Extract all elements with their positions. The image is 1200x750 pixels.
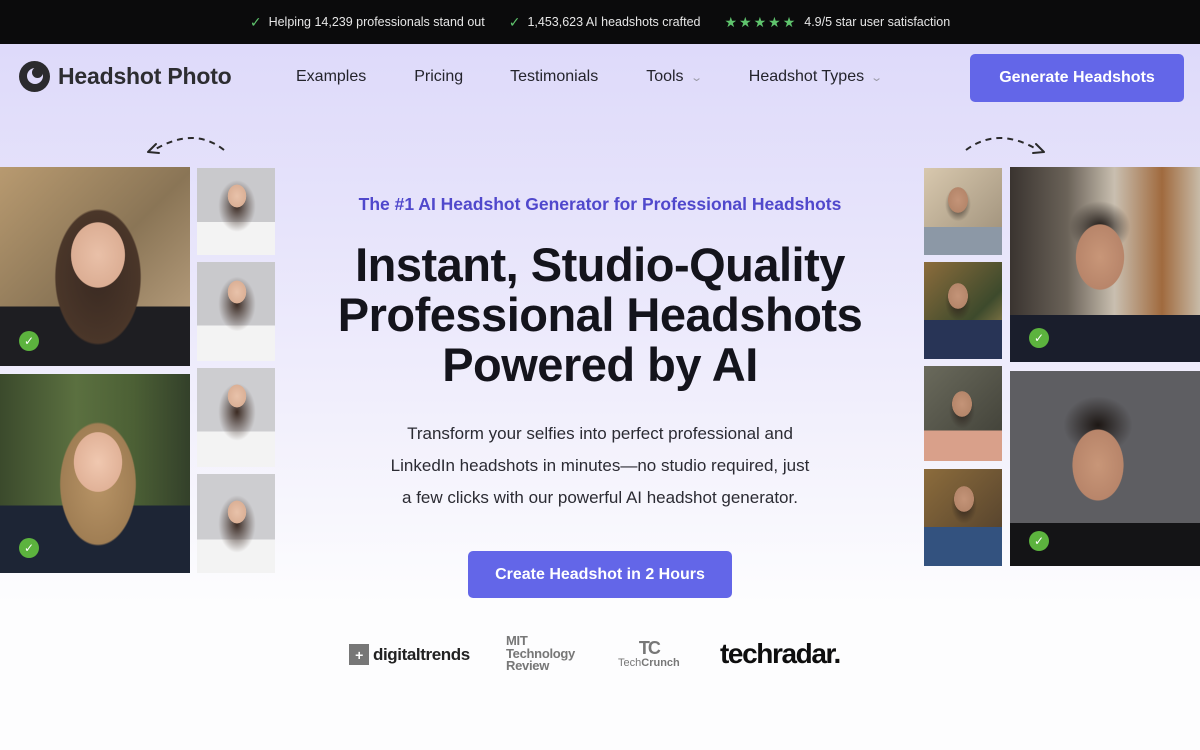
nav-link-label: Examples — [296, 68, 367, 85]
digitaltrends-mark-icon: + — [349, 644, 369, 665]
brand-logo[interactable]: Headshot Photo — [19, 61, 232, 92]
selfie-photo — [924, 366, 1002, 461]
verified-check-icon: ✓ — [1029, 531, 1049, 551]
nav-link-label: Testimonials — [510, 68, 599, 85]
press-logo-mit-technology-review: MIT Technology Review — [506, 634, 575, 673]
press-logo-digitaltrends: + digitaltrends — [349, 644, 470, 665]
press-logos: + digitaltrends MIT Technology Review TC… — [0, 634, 1200, 674]
selfie-photo — [197, 368, 275, 467]
curved-arrow-left-icon — [147, 137, 225, 154]
subtext-line: LinkedIn headshots in minutes—no studio … — [390, 456, 810, 475]
techcrunch-mark-icon: TC — [638, 638, 661, 658]
stat-text: Helping 14,239 professionals stand out — [268, 15, 485, 29]
press-logo-text: TechCrunch — [618, 657, 680, 669]
nav-link-label: Headshot Types — [748, 68, 865, 85]
press-logo-text-light: Tech — [618, 657, 642, 669]
create-headshot-button[interactable]: Create Headshot in 2 Hours — [468, 551, 732, 598]
selfie-photo — [924, 262, 1002, 359]
press-logo-techradar: techradar. — [720, 638, 841, 669]
nav-link-examples[interactable]: Examples — [296, 68, 366, 86]
headline-line: Instant, Studio-Quality — [355, 238, 845, 291]
headline-line: Powered by AI — [442, 338, 758, 391]
curved-arrow-right-icon — [965, 137, 1045, 154]
verified-check-icon: ✓ — [1029, 328, 1049, 348]
press-logo-techcrunch: TC TechCrunch — [618, 639, 680, 669]
press-logo-text-bold: Crunch — [641, 657, 680, 669]
announcement-bar: ✓ Helping 14,239 professionals stand out… — [0, 0, 1200, 44]
hero-headline: Instant, Studio-Quality Professional Hea… — [300, 240, 900, 390]
main-nav: Headshot Photo Examples Pricing Testimon… — [0, 44, 1200, 112]
chevron-down-icon: ⌄ — [870, 71, 884, 84]
stat-professionals: ✓ Helping 14,239 professionals stand out — [250, 14, 485, 31]
nav-link-pricing[interactable]: Pricing — [414, 68, 463, 86]
check-icon: ✓ — [249, 13, 262, 30]
rating: ★★★★★ 4.9/5 star user satisfaction — [724, 14, 950, 31]
verified-check-icon: ✓ — [19, 538, 39, 558]
rating-text: 4.9/5 star user satisfaction — [804, 15, 951, 29]
headline-line: Professional Headshots — [337, 288, 863, 341]
generated-headshot: ✓ — [1010, 371, 1200, 566]
nav-links: Examples Pricing Testimonials Tools ⌄ He… — [296, 68, 884, 86]
generated-headshot: ✓ — [0, 374, 190, 573]
press-logo-text: digitaltrends — [373, 644, 470, 664]
nav-link-label: Pricing — [414, 68, 464, 85]
press-logo-text: Review — [506, 658, 550, 673]
stat-text: 1,453,623 AI headshots crafted — [527, 15, 701, 29]
subtext-line: Transform your selfies into perfect prof… — [407, 424, 793, 443]
subtext-line: a few clicks with our powerful AI headsh… — [402, 488, 798, 507]
star-rating-icon: ★★★★★ — [724, 13, 798, 30]
logo-icon — [19, 61, 50, 92]
selfie-photo — [924, 469, 1002, 566]
generate-headshots-button[interactable]: Generate Headshots — [970, 54, 1184, 102]
nav-link-testimonials[interactable]: Testimonials — [510, 68, 598, 86]
brand-name: Headshot Photo — [58, 63, 232, 89]
chevron-down-icon: ⌄ — [689, 71, 703, 84]
verified-check-icon: ✓ — [19, 331, 39, 351]
hero-subtext: Transform your selfies into perfect prof… — [360, 418, 840, 514]
check-icon: ✓ — [508, 13, 521, 30]
selfie-photo — [197, 474, 275, 573]
stat-headshots: ✓ 1,453,623 AI headshots crafted — [509, 14, 701, 31]
nav-link-tools[interactable]: Tools ⌄ — [646, 68, 703, 86]
nav-link-headshot-types[interactable]: Headshot Types ⌄ — [748, 68, 884, 86]
nav-link-label: Tools — [646, 68, 684, 85]
selfie-photo — [197, 262, 275, 361]
hero-tagline: The #1 AI Headshot Generator for Profess… — [358, 194, 842, 214]
